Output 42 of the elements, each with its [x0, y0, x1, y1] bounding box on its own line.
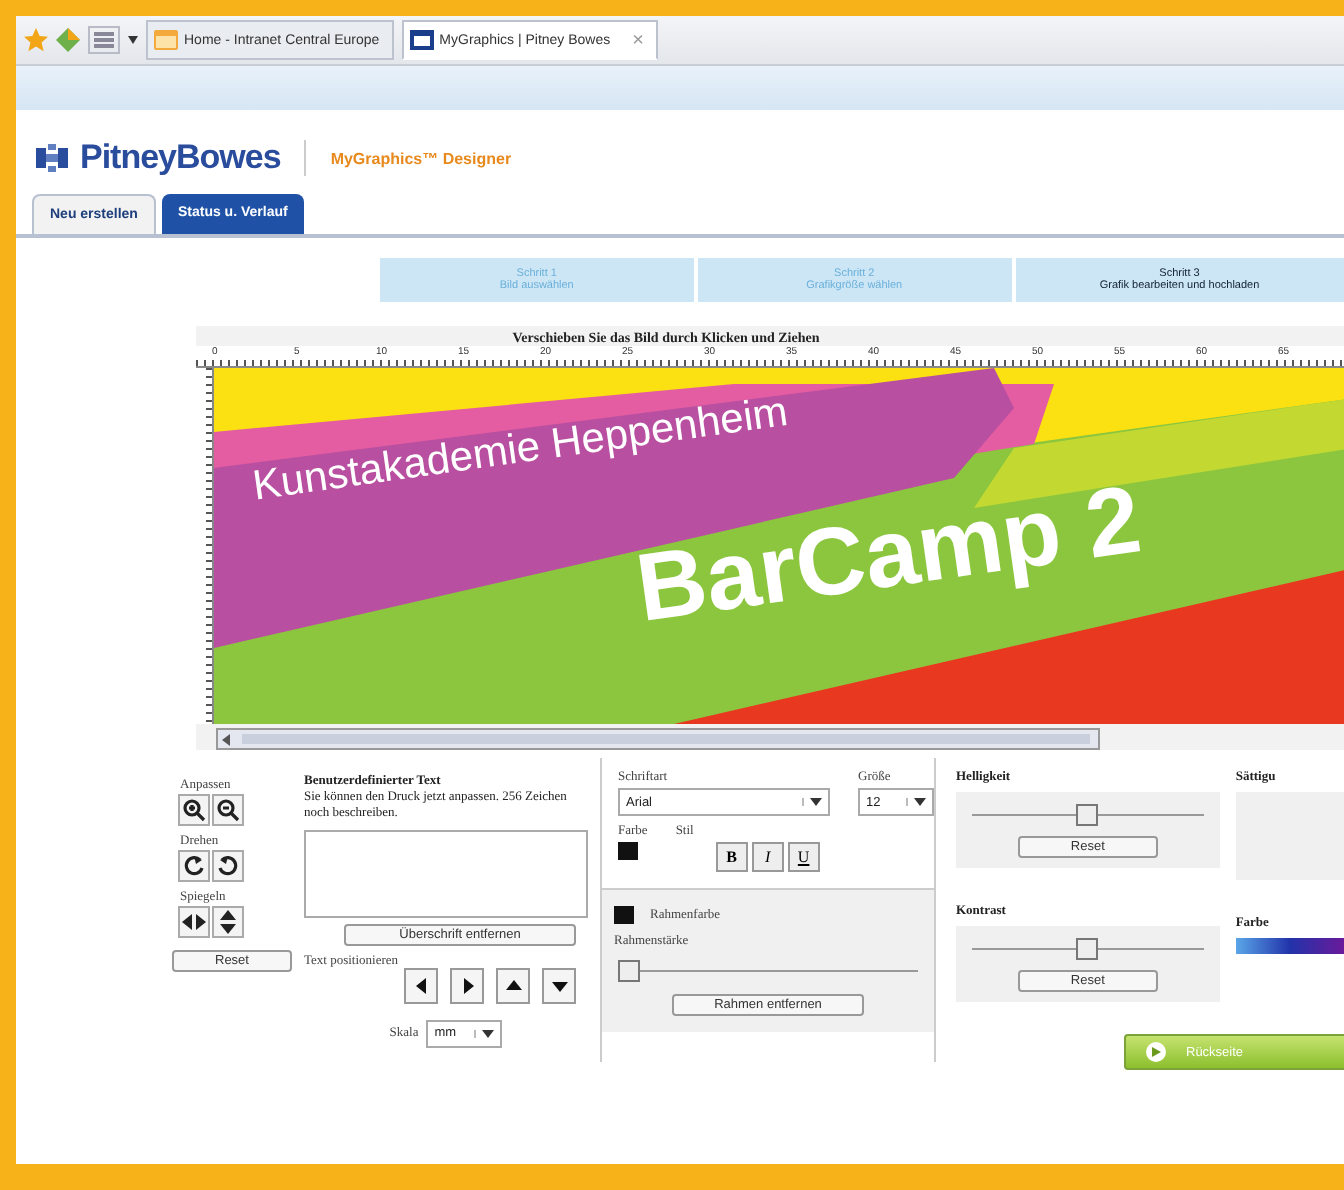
- arrow-button[interactable]: [496, 967, 530, 1004]
- tab-list-button[interactable]: [88, 26, 120, 54]
- caret-icon: [802, 798, 828, 806]
- color-gradient[interactable]: [1235, 938, 1344, 954]
- icon-button[interactable]: [212, 794, 244, 826]
- window-icon: [409, 30, 434, 50]
- star-icon: [24, 28, 48, 52]
- circle-arrow-icon: [1146, 1042, 1166, 1062]
- icon-button[interactable]: [178, 850, 210, 882]
- horizontal-scrollbar[interactable]: [216, 728, 1100, 750]
- arrow-button[interactable]: [542, 967, 576, 1004]
- color-swatch[interactable]: [614, 906, 634, 924]
- slider-thumb[interactable]: [1076, 938, 1099, 960]
- caret-icon: [906, 798, 932, 806]
- style-button[interactable]: B: [715, 842, 748, 872]
- product-name: MyGraphics™ Designer: [330, 149, 512, 167]
- text-input[interactable]: [304, 829, 588, 918]
- arrow-button[interactable]: [404, 967, 438, 1004]
- icon-button[interactable]: [178, 906, 210, 938]
- arrow-left-icon: [218, 731, 234, 747]
- logo-icon: [36, 144, 68, 172]
- flip-horizontal-icon: [182, 910, 206, 934]
- rotate-right-icon: [216, 854, 240, 878]
- brand-name: PitneyBowes: [80, 138, 281, 178]
- style-button[interactable]: U: [787, 842, 820, 872]
- icon-button[interactable]: [212, 850, 244, 882]
- color-swatch[interactable]: [618, 842, 638, 860]
- list-icon: [94, 32, 114, 48]
- icon-button[interactable]: [178, 794, 210, 826]
- rotate-left-icon: [182, 854, 206, 878]
- slider-thumb[interactable]: [1076, 804, 1099, 826]
- zoom-in-icon: [182, 798, 206, 822]
- slider-thumb[interactable]: [618, 960, 640, 982]
- style-button[interactable]: I: [751, 842, 784, 872]
- add-bookmark-icon: [56, 28, 80, 52]
- arrow-button[interactable]: [450, 967, 484, 1004]
- icon-button[interactable]: [212, 906, 244, 938]
- folder-icon: [154, 30, 178, 50]
- flip-vertical-icon: [216, 910, 240, 934]
- zoom-out-icon: [216, 798, 240, 822]
- caret-icon: [128, 36, 138, 44]
- scroll-thumb[interactable]: [242, 734, 1090, 744]
